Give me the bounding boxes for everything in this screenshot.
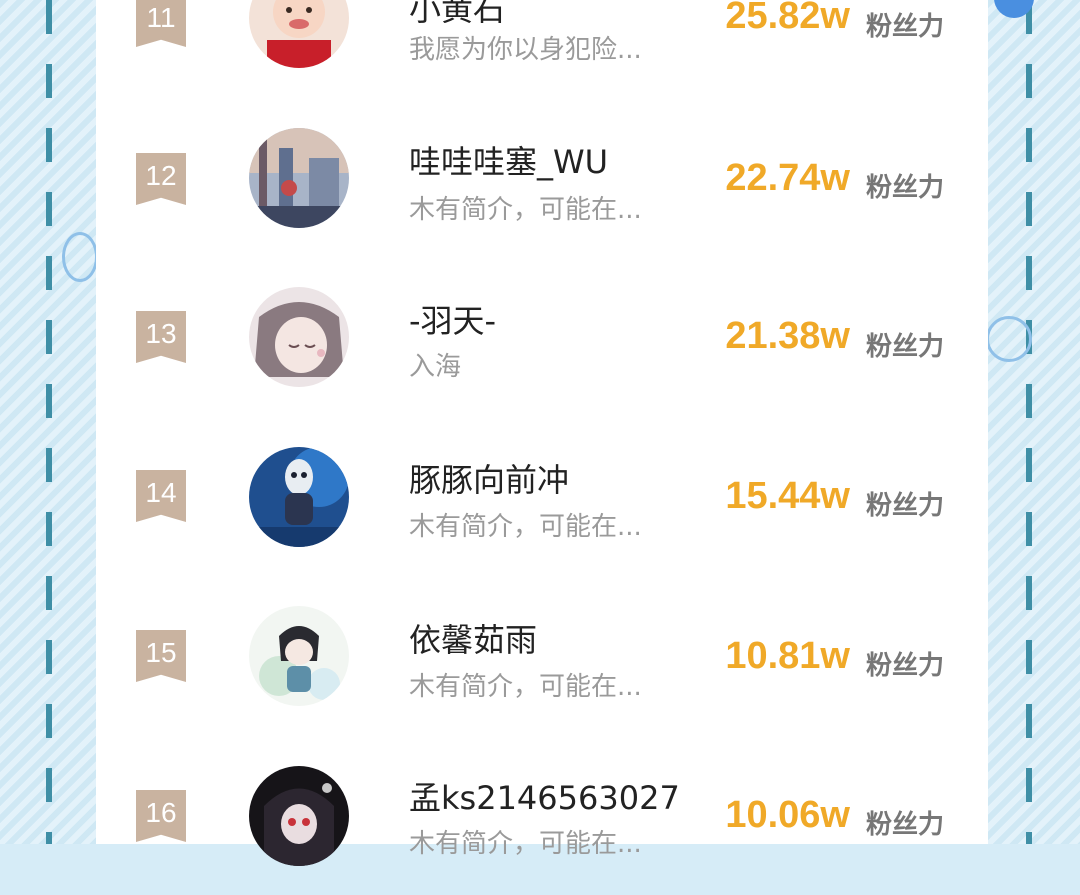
fan-power-score: 22.74w: [725, 157, 850, 199]
swirl-decoration-icon: [62, 232, 98, 282]
fan-power-label: 粉丝力: [865, 491, 944, 521]
dashed-border-right: [1026, 0, 1032, 844]
leaderboard-row[interactable]: 11 小黄石 我愿为你以身犯险... 25.82w 粉丝力: [96, 0, 988, 98]
user-name[interactable]: 孟ks2146563027: [409, 773, 680, 819]
fan-power-label: 粉丝力: [865, 651, 944, 681]
leaderboard-row[interactable]: 15 依馨茹雨 木有简介，可能在... 10.81w 粉丝力: [96, 578, 988, 736]
user-avatar[interactable]: [249, 606, 349, 706]
fan-power-label: 粉丝力: [865, 332, 944, 362]
rank-badge: 12: [136, 153, 186, 205]
rank-badge: 15: [136, 630, 186, 682]
rank-badge: 13: [136, 311, 186, 363]
fan-power-label: 粉丝力: [865, 810, 944, 840]
user-avatar[interactable]: [249, 128, 349, 228]
user-name[interactable]: -羽天-: [409, 296, 496, 342]
leaderboard-row[interactable]: 13 -羽天- 入海 21.38w 粉丝力: [96, 259, 988, 417]
leaderboard-card: 11 小黄石 我愿为你以身犯险... 25.82w 粉丝力 12 哇哇哇塞_WU…: [96, 0, 988, 866]
fan-power-score: 25.82w: [725, 0, 850, 37]
user-avatar[interactable]: [249, 0, 349, 68]
user-avatar[interactable]: [249, 447, 349, 547]
user-name[interactable]: 豚豚向前冲: [409, 455, 569, 501]
leaderboard-row[interactable]: 14 豚豚向前冲 木有简介，可能在... 15.44w 粉丝力: [96, 418, 988, 576]
user-bio: 木有简介，可能在...: [409, 195, 642, 225]
user-bio: 木有简介，可能在...: [409, 829, 642, 859]
leaderboard-row[interactable]: 12 哇哇哇塞_WU 木有简介，可能在... 22.74w 粉丝力: [96, 100, 988, 258]
rank-badge: 16: [136, 790, 186, 842]
fan-power-label: 粉丝力: [865, 12, 944, 42]
fan-power-score: 10.06w: [725, 794, 850, 836]
dashed-border-left: [46, 0, 52, 844]
rank-badge: 14: [136, 470, 186, 522]
fan-power-score: 15.44w: [725, 475, 850, 517]
rank-badge: 11: [136, 0, 186, 47]
user-name[interactable]: 小黄石: [409, 0, 505, 30]
background-pattern-right: [988, 0, 1080, 844]
fan-power-score: 10.81w: [725, 635, 850, 677]
user-avatar[interactable]: [249, 766, 349, 866]
fan-power-score: 21.38w: [725, 315, 850, 357]
user-bio: 木有简介，可能在...: [409, 672, 642, 702]
user-bio: 我愿为你以身犯险...: [409, 35, 642, 65]
user-name[interactable]: 依馨茹雨: [409, 615, 537, 661]
user-bio: 木有简介，可能在...: [409, 512, 642, 542]
fan-power-label: 粉丝力: [865, 173, 944, 203]
leaderboard-row[interactable]: 16 孟ks2146563027 木有简介，可能在... 10.06w 粉丝力: [96, 737, 988, 895]
user-avatar[interactable]: [249, 287, 349, 387]
swirl-decoration-icon: [986, 316, 1032, 362]
user-name[interactable]: 哇哇哇塞_WU: [409, 137, 608, 183]
user-bio: 入海: [409, 352, 462, 382]
